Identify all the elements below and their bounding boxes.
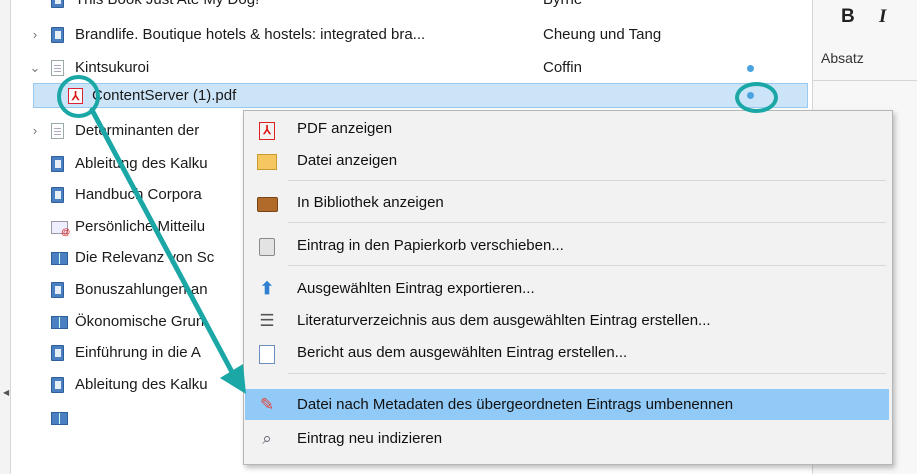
menu-item-label: Literaturverzeichnis aus dem ausgewählte… xyxy=(297,312,711,329)
menu-item-label: Bericht aus dem ausgewählten Eintrag ers… xyxy=(297,344,628,361)
item-title: Ableitung des Kalku xyxy=(75,155,208,172)
menu-item-reindex[interactable]: ⌕ Eintrag neu indizieren xyxy=(245,423,889,454)
context-menu: ⅄ PDF anzeigen Datei anzeigen In Bibliot… xyxy=(243,110,893,465)
item-title: Handbuch Corpora xyxy=(75,186,202,203)
menu-item-label: In Bibliothek anzeigen xyxy=(297,194,444,211)
paragraph-format-select[interactable]: Absatz xyxy=(821,50,864,66)
menu-item-export[interactable]: ⬆ Ausgewählten Eintrag exportieren... xyxy=(245,273,889,304)
tree-row[interactable]: › Brandlife. Boutique hotels & hostels: … xyxy=(11,23,808,48)
item-title: ContentServer (1).pdf xyxy=(92,87,237,104)
menu-item-label: Datei anzeigen xyxy=(297,152,398,169)
menu-item-rename-from-parent-metadata[interactable]: ✎ Datei nach Metadaten des übergeordnete… xyxy=(245,389,889,420)
item-title: Persönliche Mitteilu xyxy=(75,218,206,235)
tree-row[interactable]: This Book Just Ate My Dog! Byrne xyxy=(11,0,808,13)
item-title: Ableitung des Kalku xyxy=(75,376,208,393)
item-title: Kintsukuroi xyxy=(75,59,150,76)
item-title: Determinanten der xyxy=(75,122,200,139)
menu-item-move-to-trash[interactable]: Eintrag in den Papierkorb verschieben... xyxy=(245,230,889,261)
book-icon xyxy=(51,377,68,394)
export-arrow-icon: ⬆ xyxy=(259,279,275,298)
library-icon xyxy=(257,193,278,213)
item-creator: Coffin xyxy=(543,59,582,76)
collapse-chevron-icon[interactable]: ⌄ xyxy=(29,61,41,74)
item-creator: Cheung und Tang xyxy=(543,26,662,43)
menu-separator xyxy=(288,373,886,374)
rename-pencil-icon: ✎ xyxy=(259,395,275,414)
menu-separator xyxy=(288,265,886,266)
book-icon xyxy=(51,156,68,173)
book-section-icon xyxy=(51,410,68,427)
menu-separator xyxy=(288,180,886,181)
item-title: This Book Just Ate My Dog! xyxy=(75,0,259,8)
annotation-circle-pdf-icon xyxy=(57,75,100,118)
menu-item-show-file[interactable]: Datei anzeigen xyxy=(245,145,889,176)
tree-row[interactable]: ⌄ Kintsukuroi Coffin xyxy=(11,56,808,81)
book-section-icon xyxy=(51,250,68,267)
menu-item-label: Eintrag in den Papierkorb verschieben... xyxy=(297,237,564,254)
expand-chevron-icon[interactable]: › xyxy=(29,28,41,41)
item-title: Die Relevanz von Sc xyxy=(75,249,215,266)
bold-button[interactable]: B xyxy=(841,6,855,28)
item-title: Brandlife. Boutique hotels & hostels: in… xyxy=(75,26,426,43)
expand-chevron-icon[interactable]: › xyxy=(29,124,41,137)
annotation-circle-attachment-dot xyxy=(735,82,778,113)
divider xyxy=(813,80,917,81)
scroll-left-arrow-icon[interactable]: ◀ xyxy=(3,388,9,397)
attachment-dot-icon[interactable] xyxy=(747,65,754,72)
list-icon: ☰ xyxy=(259,311,275,330)
document-icon xyxy=(51,60,68,77)
book-section-icon xyxy=(51,314,68,331)
book-icon xyxy=(51,0,68,9)
menu-separator xyxy=(288,222,886,223)
tree-row-selected[interactable]: ⅄ ContentServer (1).pdf xyxy=(33,83,808,108)
item-title: Ökonomische Grun xyxy=(75,313,205,330)
report-icon xyxy=(257,343,277,364)
item-title: Einführung in die A xyxy=(75,344,201,361)
book-icon xyxy=(51,187,68,204)
menu-item-label: Ausgewählten Eintrag exportieren... xyxy=(297,280,535,297)
menu-item-view-pdf[interactable]: ⅄ PDF anzeigen xyxy=(245,113,889,144)
book-icon xyxy=(51,345,68,362)
book-icon xyxy=(51,282,68,299)
menu-item-create-bibliography[interactable]: ☰ Literaturverzeichnis aus dem ausgewähl… xyxy=(245,305,889,336)
email-icon xyxy=(51,219,70,237)
trash-icon xyxy=(257,236,277,256)
left-pane-edge: ◀ xyxy=(0,0,11,474)
menu-item-label: Datei nach Metadaten des übergeordneten … xyxy=(297,396,734,413)
menu-item-show-in-library[interactable]: In Bibliothek anzeigen xyxy=(245,187,889,218)
item-title: Bonuszahlungen an xyxy=(75,281,208,298)
italic-button[interactable]: I xyxy=(879,6,886,28)
menu-item-label: PDF anzeigen xyxy=(297,120,393,137)
folder-icon xyxy=(257,151,277,171)
pdf-icon: ⅄ xyxy=(257,119,277,140)
reindex-icon: ⌕ xyxy=(262,429,272,448)
document-icon xyxy=(51,123,68,140)
book-icon xyxy=(51,27,68,44)
menu-item-create-report[interactable]: Bericht aus dem ausgewählten Eintrag ers… xyxy=(245,337,889,368)
menu-item-label: Eintrag neu indizieren xyxy=(297,430,443,447)
item-creator: Byrne xyxy=(543,0,582,8)
